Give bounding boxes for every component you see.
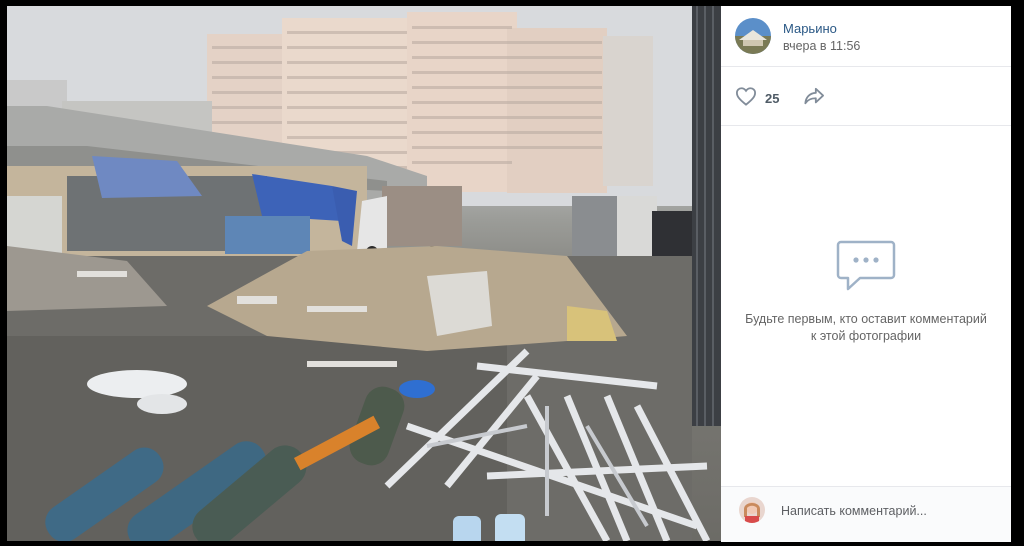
heart-icon: [735, 86, 757, 111]
photo-image: [7, 6, 721, 541]
share-arrow-icon: [803, 87, 825, 110]
share-button[interactable]: [803, 86, 825, 111]
community-avatar[interactable]: [735, 18, 771, 54]
like-button[interactable]: 25: [735, 86, 779, 111]
comment-bubble-icon: [836, 238, 896, 299]
empty-comments-message: Будьте первым, кто оставит комментарий к…: [745, 312, 987, 343]
post-header: Марьино вчера в 11:56: [721, 6, 1011, 67]
comment-input[interactable]: [777, 496, 1005, 526]
action-bar: 25: [721, 67, 1011, 126]
post-timestamp[interactable]: вчера в 11:56: [783, 39, 860, 53]
comment-composer: [721, 486, 1011, 542]
like-count: 25: [765, 91, 780, 106]
post-panel: Марьино вчера в 11:56 25 Будьте первым, …: [721, 6, 1011, 542]
viewer-right-edge: [1011, 6, 1024, 541]
user-avatar[interactable]: [739, 497, 765, 523]
photo-viewer[interactable]: [7, 6, 721, 541]
author-name-link[interactable]: Марьино: [783, 21, 837, 36]
comments-empty-state: Будьте первым, кто оставит комментарий к…: [721, 124, 1011, 486]
